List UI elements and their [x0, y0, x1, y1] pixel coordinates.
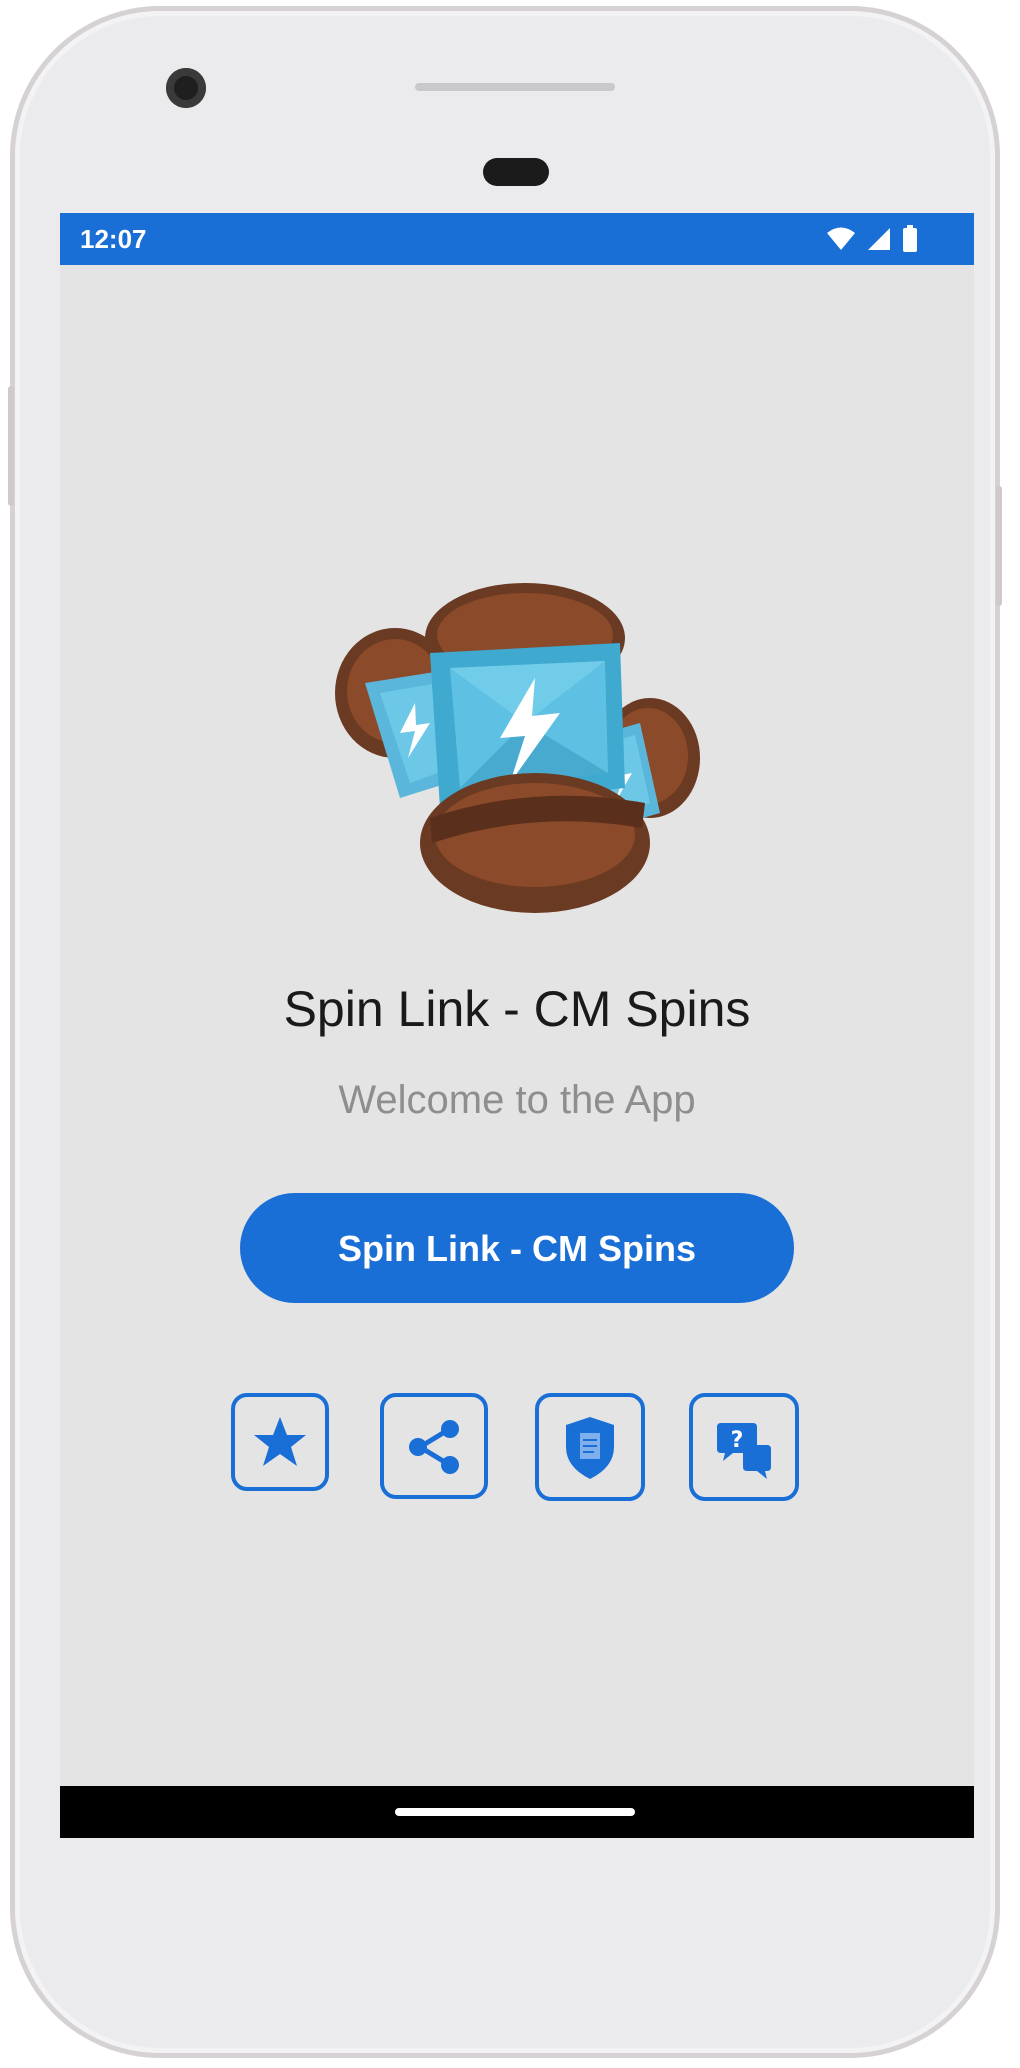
action-icon-row: ? [231, 1393, 811, 1503]
contact-button[interactable]: ? [689, 1393, 799, 1501]
spin-link-button[interactable]: Spin Link - CM Spins [240, 1193, 794, 1303]
privacy-policy-button[interactable] [535, 1393, 645, 1501]
coin-spin-logo [335, 583, 700, 913]
app-title: Spin Link - CM Spins [283, 981, 751, 1037]
status-time: 12:07 [80, 224, 147, 254]
app-subtitle: Welcome to the App [338, 1078, 696, 1122]
phone-body: 12:07 Spin Link - CM Spins Welcome to th… [8, 6, 1002, 2058]
device-frame-background: 12:07 Spin Link - CM Spins Welcome to th… [0, 0, 1020, 2068]
volume-button [8, 386, 14, 506]
navigation-bar [60, 1786, 974, 1838]
app-screen: 12:07 Spin Link - CM Spins Welcome to th… [60, 213, 974, 1838]
proximity-sensor [483, 158, 549, 186]
share-icon [409, 1420, 459, 1474]
home-indicator[interactable] [395, 1808, 635, 1816]
chat-icon: ? [717, 1423, 771, 1479]
power-button [996, 486, 1002, 606]
rate-button[interactable] [231, 1393, 329, 1491]
share-button[interactable] [380, 1393, 488, 1499]
wifi-icon [827, 227, 855, 250]
battery-icon [903, 225, 917, 252]
front-camera-icon [166, 68, 206, 108]
status-icons [826, 225, 918, 253]
shield-document-icon [566, 1417, 614, 1479]
status-bar: 12:07 [60, 213, 974, 265]
svg-text:?: ? [731, 1428, 744, 1453]
signal-icon [868, 228, 890, 250]
earpiece-speaker [415, 83, 615, 91]
star-icon [254, 1417, 306, 1466]
